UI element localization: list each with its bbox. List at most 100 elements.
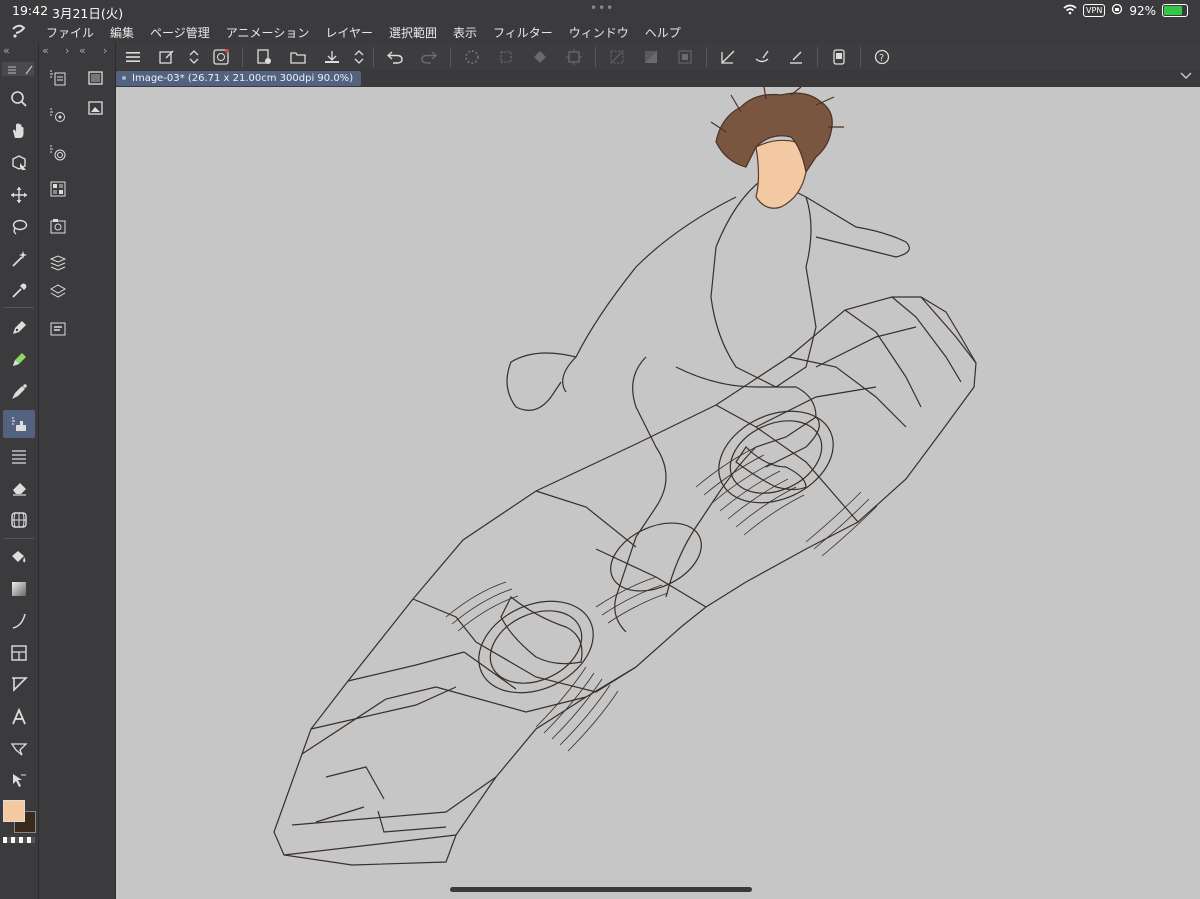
toolbar-divider — [450, 46, 451, 67]
expand-panel-icon[interactable]: › — [103, 44, 107, 57]
hamburger-menu-icon[interactable] — [116, 44, 150, 70]
pencil-icon[interactable] — [3, 346, 35, 374]
airbrush-icon[interactable] — [3, 410, 35, 438]
status-time: 19:42 — [12, 3, 49, 18]
move-icon[interactable] — [3, 181, 35, 209]
toolbar-divider — [373, 46, 374, 67]
hand-icon[interactable] — [3, 117, 35, 145]
snap-special-ruler-icon[interactable] — [745, 44, 779, 70]
curve-icon[interactable] — [3, 607, 35, 635]
snap-ruler-icon[interactable] — [711, 44, 745, 70]
tool-divider — [4, 538, 34, 539]
expand-icon[interactable]: › — [65, 44, 69, 57]
expand-selection-icon[interactable] — [668, 44, 702, 70]
transform-icon[interactable] — [489, 44, 523, 70]
menu-bar: ファイル 編集 ページ管理 アニメーション レイヤー 選択範囲 表示 フィルター… — [0, 22, 1200, 42]
undo-icon[interactable] — [378, 44, 412, 70]
image-panel-icon[interactable] — [82, 94, 110, 122]
menu-window[interactable]: ウィンドウ — [561, 24, 637, 41]
color-set-icon[interactable] — [44, 175, 72, 203]
balloon-icon[interactable] — [3, 735, 35, 763]
lasso-icon[interactable] — [3, 213, 35, 241]
magic-wand-icon[interactable] — [3, 245, 35, 273]
multitask-dots[interactable]: ••• — [590, 1, 614, 15]
toolbar-divider — [706, 46, 707, 67]
battery-icon — [1162, 4, 1188, 17]
main-color-swatch[interactable] — [3, 800, 25, 822]
tool-palette: « — [0, 42, 39, 899]
loading-icon[interactable] — [455, 44, 489, 70]
tool-divider — [4, 307, 34, 308]
clear-selection-icon[interactable] — [600, 44, 634, 70]
status-right: VPN 92% — [1063, 3, 1188, 18]
collapse-panel-icon[interactable]: « — [79, 44, 86, 57]
companion-mode-icon[interactable] — [204, 44, 238, 70]
menu-filter[interactable]: フィルター — [485, 24, 561, 41]
new-file-icon[interactable] — [247, 44, 281, 70]
menu-layer[interactable]: レイヤー — [317, 24, 381, 41]
wifi-icon — [1063, 4, 1077, 18]
transparent-color-swatch[interactable] — [3, 837, 35, 843]
crop-icon[interactable] — [557, 44, 591, 70]
material-icon[interactable] — [44, 212, 72, 240]
panel-strip: « › — [77, 42, 116, 899]
svg-text:?: ? — [879, 53, 884, 64]
stepper-icon[interactable] — [184, 44, 204, 70]
battery-percent: 92% — [1129, 3, 1156, 18]
layer-property-icon[interactable] — [44, 64, 72, 92]
snap-grid-icon[interactable] — [779, 44, 813, 70]
gradient-icon[interactable] — [3, 575, 35, 603]
frame-icon[interactable] — [3, 639, 35, 667]
menu-page-management[interactable]: ページ管理 — [142, 24, 218, 41]
tool-property-icon[interactable] — [44, 102, 72, 130]
app-logo-icon[interactable] — [0, 23, 38, 42]
command-bar: ? — [116, 43, 1200, 70]
toolbar-divider — [817, 46, 818, 67]
menu-view[interactable]: 表示 — [445, 24, 485, 41]
sub-tool-strip: « › — [39, 42, 77, 899]
palette-header[interactable] — [2, 62, 34, 76]
smartphone-icon[interactable] — [822, 44, 856, 70]
menu-edit[interactable]: 編集 — [102, 24, 142, 41]
save-stepper-icon[interactable] — [349, 44, 369, 70]
navigator-icon[interactable] — [44, 315, 72, 343]
eraser-icon[interactable] — [3, 474, 35, 502]
rotation-lock-icon — [1111, 3, 1123, 18]
invert-selection-icon[interactable] — [634, 44, 668, 70]
drawing-canvas[interactable] — [116, 87, 1200, 899]
status-date: 3月21日(火) — [52, 6, 124, 21]
menu-selection[interactable]: 選択範囲 — [381, 24, 445, 41]
toolbar-divider — [242, 46, 243, 67]
menu-help[interactable]: ヘルプ — [637, 24, 689, 41]
collapse-left-icon[interactable]: « — [3, 44, 10, 57]
pen-icon[interactable] — [3, 314, 35, 342]
perspective-icon[interactable] — [3, 506, 35, 534]
open-folder-icon[interactable] — [281, 44, 315, 70]
edit-object-icon[interactable] — [150, 44, 184, 70]
decoration-icon[interactable] — [3, 442, 35, 470]
collapse-icon[interactable]: « — [42, 44, 49, 57]
help-icon[interactable]: ? — [865, 44, 899, 70]
brush-icon[interactable] — [3, 378, 35, 406]
correct-line-icon[interactable] — [3, 767, 35, 795]
menu-file[interactable]: ファイル — [38, 24, 102, 41]
canvas-panel-icon[interactable] — [82, 64, 110, 92]
toolbar-divider — [595, 46, 596, 67]
object-icon[interactable] — [3, 149, 35, 177]
ruler-icon[interactable] — [3, 671, 35, 699]
eyedropper-icon[interactable] — [3, 277, 35, 305]
redo-icon[interactable] — [412, 44, 446, 70]
brush-size-icon[interactable] — [44, 139, 72, 167]
fill-tool-bar-icon[interactable] — [523, 44, 557, 70]
text-icon[interactable] — [3, 703, 35, 731]
document-tab[interactable]: Image-03* (26.71 x 21.00cm 300dpi 90.0%) — [116, 71, 362, 86]
fill-icon[interactable] — [3, 543, 35, 571]
toolbar-divider — [860, 46, 861, 67]
menu-animation[interactable]: アニメーション — [218, 24, 318, 41]
zoom-icon[interactable] — [3, 85, 35, 113]
home-indicator[interactable] — [450, 887, 752, 892]
3d-layer-icon[interactable] — [44, 249, 72, 277]
layers-icon[interactable] — [44, 278, 72, 306]
save-icon[interactable] — [315, 44, 349, 70]
chevron-down-icon[interactable] — [1180, 70, 1192, 83]
